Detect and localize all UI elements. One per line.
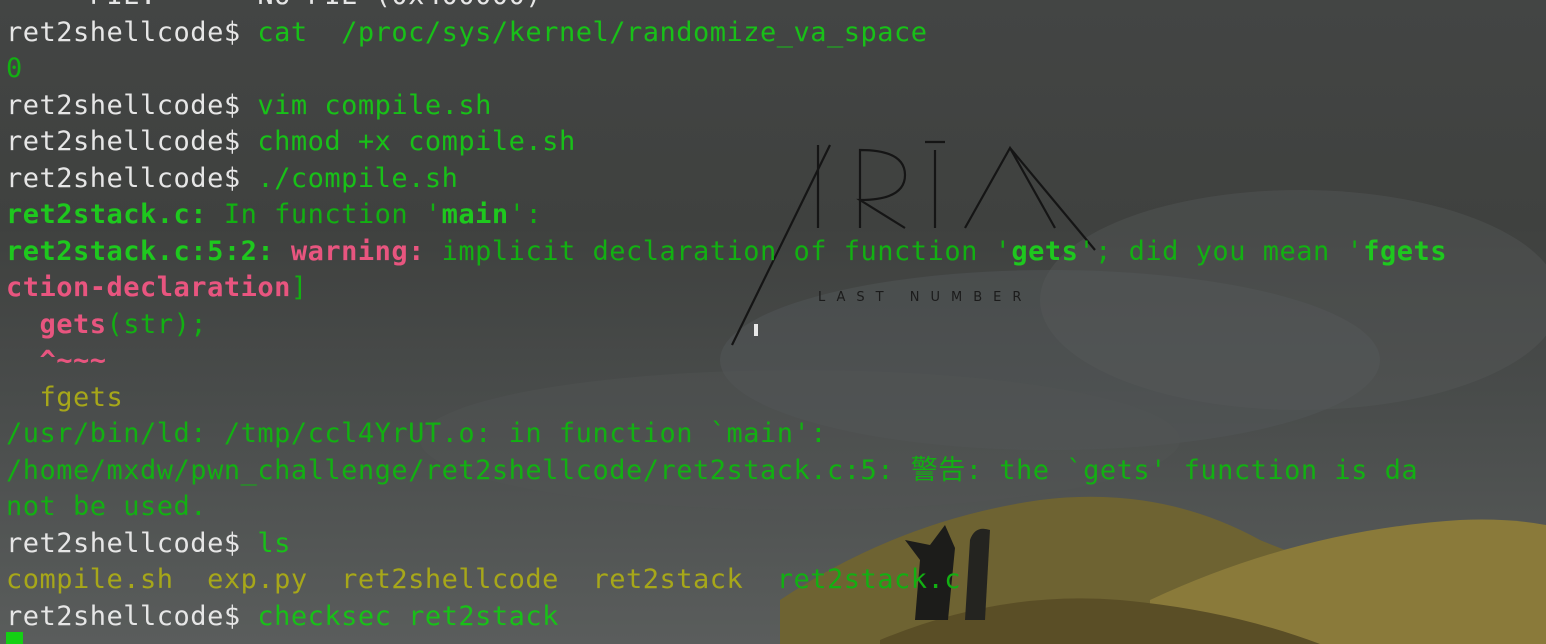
shell-prompt: ret2shellcode$ <box>6 162 258 194</box>
terminal-line: /home/mxdw/pwn_challenge/ret2shellcode/r… <box>6 453 1546 490</box>
terminal-line: not be used. <box>6 489 1546 526</box>
terminal-line: ret2shellcode$ cat /proc/sys/kernel/rand… <box>6 15 1546 52</box>
output-text: gets <box>1011 235 1079 267</box>
terminal-line: PIE: No PIE (0x400000) <box>6 0 1546 15</box>
output-text: warning: <box>290 235 425 267</box>
terminal-line: fgets <box>6 380 1546 417</box>
output-text: fgets <box>1363 235 1448 267</box>
terminal-line: compile.sh exp.py ret2shellcode ret2stac… <box>6 562 1546 599</box>
text-cursor-icon <box>754 324 758 336</box>
output-text: /home/mxdw/pwn_challenge/ret2shellcode/r… <box>6 454 1419 486</box>
output-text: ret2stack.c:5:2: <box>6 235 275 267</box>
command-text: chmod +x compile.sh <box>257 126 576 157</box>
output-text: ] <box>290 272 308 303</box>
output-text: ction-declaration <box>6 272 291 303</box>
output-text: 0 <box>6 53 23 84</box>
terminal-line: ret2shellcode$ ./compile.sh <box>6 161 1546 198</box>
output-text: compile.sh exp.py ret2shellcode ret2stac… <box>6 564 777 595</box>
terminal-line: 0 <box>6 51 1546 88</box>
output-text: /usr/bin/ld: /tmp/ccl4YrUT.o: in functio… <box>6 418 828 449</box>
output-text: gets <box>39 308 107 340</box>
terminal-line: ret2stack.c: In function 'main': <box>6 197 1546 234</box>
output-text: ^~~~ <box>39 345 107 376</box>
output-text: '; did you mean ' <box>1078 235 1364 267</box>
output-text: In function ' <box>207 199 442 230</box>
terminal-line: ction-declaration] <box>6 270 1546 307</box>
shell-prompt: ret2shellcode$ <box>6 600 258 632</box>
terminal-block-cursor <box>6 632 23 644</box>
terminal-output[interactable]: PIE: No PIE (0x400000) ret2shellcode$ cat… <box>6 0 1546 635</box>
shell-prompt: ret2shellcode$ <box>6 16 258 48</box>
output-text: PIE: No PIE (0x400000) <box>6 0 542 11</box>
shell-prompt: ret2shellcode$ <box>6 89 258 121</box>
command-text: ls <box>257 527 291 559</box>
output-text: ': <box>508 199 543 230</box>
terminal-line: ret2shellcode$ ls <box>6 526 1546 563</box>
terminal-line: ret2shellcode$ checksec ret2stack <box>6 599 1546 636</box>
output-text: implicit declaration of function ' <box>424 235 1012 267</box>
command-text: cat /proc/sys/kernel/randomize_va_space <box>257 16 928 48</box>
output-text: ret2stack.c <box>776 564 962 595</box>
terminal-line: ret2shellcode$ chmod +x compile.sh <box>6 124 1546 161</box>
shell-prompt: ret2shellcode$ <box>6 126 258 157</box>
terminal-window[interactable]: LAST NUMBER PIE: No PIE (0x400000)ret2sh… <box>0 0 1546 644</box>
output-text: main <box>441 199 509 230</box>
output-text: not be used. <box>6 491 208 522</box>
output-text: ret2stack.c: <box>6 199 208 230</box>
output-text: (str); <box>106 308 208 340</box>
shell-prompt: ret2shellcode$ <box>6 527 258 559</box>
terminal-line: /usr/bin/ld: /tmp/ccl4YrUT.o: in functio… <box>6 416 1546 453</box>
command-text: checksec ret2stack <box>257 600 559 632</box>
terminal-line: gets(str); <box>6 307 1546 344</box>
output-text: fgets <box>6 381 124 413</box>
command-text: ./compile.sh <box>257 162 459 194</box>
terminal-line: ^~~~ <box>6 343 1546 380</box>
terminal-line: ret2shellcode$ vim compile.sh <box>6 88 1546 125</box>
terminal-line: ret2stack.c:5:2: warning: implicit decla… <box>6 234 1546 271</box>
command-text: vim compile.sh <box>257 89 492 121</box>
